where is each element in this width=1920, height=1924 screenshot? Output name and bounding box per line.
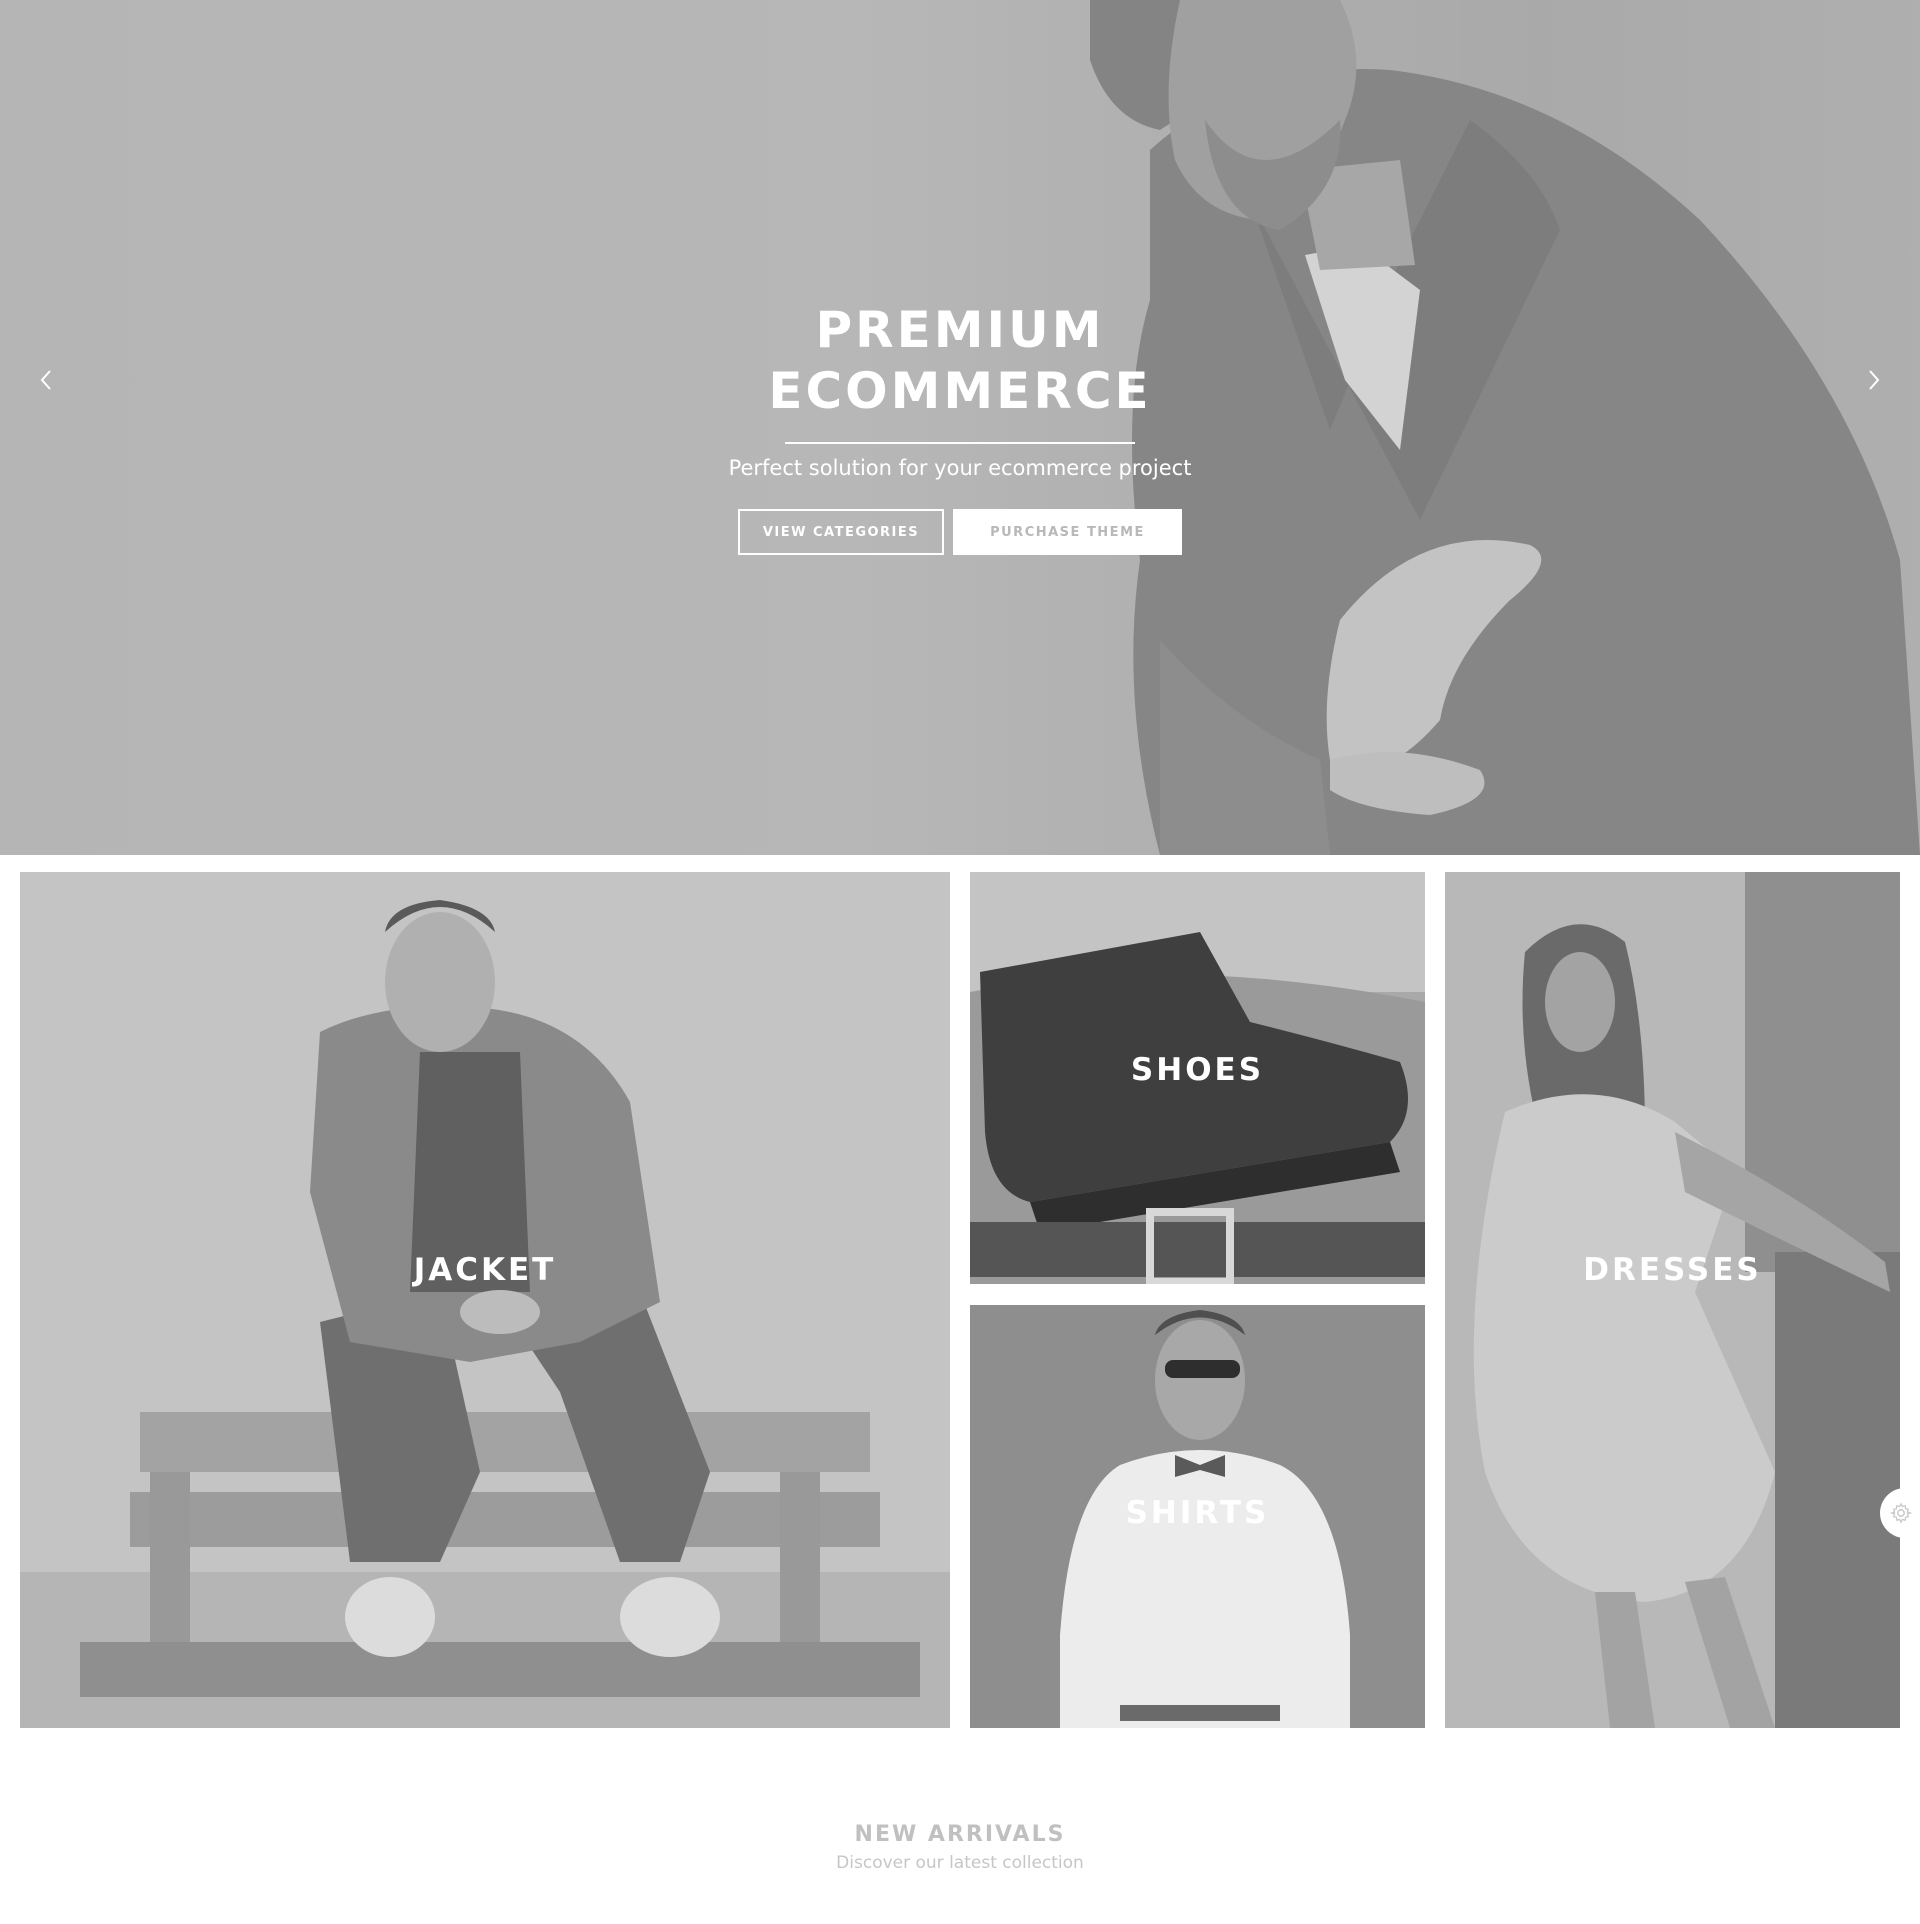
new-arrivals-title: NEW ARRIVALS bbox=[854, 1822, 1066, 1847]
dresses-category-image bbox=[1445, 872, 1900, 1728]
category-label-shoes: SHOES bbox=[1130, 1052, 1265, 1088]
category-tile-dresses[interactable]: DRESSES bbox=[1445, 872, 1900, 1728]
hero-title-line2: ECOMMERCE bbox=[768, 362, 1152, 420]
category-tile-shirts[interactable]: SHIRTS bbox=[970, 1305, 1425, 1728]
category-label-shirts: SHIRTS bbox=[1125, 1495, 1270, 1531]
gear-icon bbox=[1890, 1502, 1912, 1524]
new-arrivals-section: NEW ARRIVALS Discover our latest collect… bbox=[0, 1822, 1920, 1873]
category-tile-jacket[interactable]: JACKET bbox=[20, 872, 950, 1728]
view-categories-button[interactable]: VIEW CATEGORIES bbox=[738, 509, 944, 555]
hero-caption: PREMIUM ECOMMERCE Perfect solution for y… bbox=[0, 300, 1920, 555]
jacket-category-image bbox=[20, 900, 950, 1728]
category-label-dresses: DRESSES bbox=[1583, 1252, 1762, 1288]
purchase-theme-button[interactable]: PURCHASE THEME bbox=[953, 509, 1182, 555]
hero-divider bbox=[785, 442, 1135, 444]
category-tile-shoes[interactable]: SHOES bbox=[970, 872, 1425, 1284]
hero-buttons: VIEW CATEGORIES PURCHASE THEME bbox=[0, 509, 1920, 555]
hero-title-line1: PREMIUM bbox=[815, 301, 1105, 359]
category-label-jacket: JACKET bbox=[413, 1252, 557, 1288]
new-arrivals-subtitle: Discover our latest collection bbox=[836, 1853, 1084, 1873]
hero-subtitle: Perfect solution for your ecommerce proj… bbox=[728, 456, 1192, 480]
hero-slider: PREMIUM ECOMMERCE Perfect solution for y… bbox=[0, 0, 1920, 855]
hero-title: PREMIUM ECOMMERCE bbox=[0, 300, 1920, 422]
